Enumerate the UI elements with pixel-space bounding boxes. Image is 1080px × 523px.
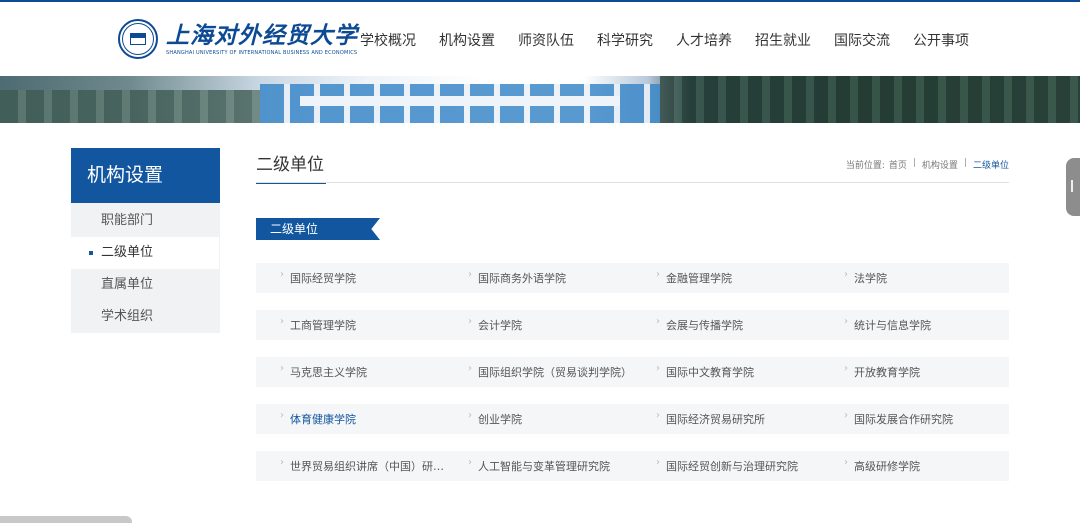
unit-link[interactable]: 国际经贸创新与治理研究院 <box>632 458 820 474</box>
horizontal-scrollbar[interactable] <box>0 516 132 523</box>
unit-row: 国际经贸学院 国际商务外语学院 金融管理学院 法学院 <box>256 263 1009 293</box>
breadcrumb-organization[interactable]: 机构设置 <box>922 158 958 171</box>
main-content: 二级单位 当前位置: 首页 | 机构设置 | 二级单位 二级单位 国际经贸学院 … <box>256 148 1009 481</box>
unit-link[interactable]: 创业学院 <box>444 411 632 427</box>
unit-link[interactable]: 国际中文教育学院 <box>632 364 820 380</box>
breadcrumb-prefix: 当前位置: <box>845 161 885 171</box>
unit-row: 马克思主义学院 国际组织学院（贸易谈判学院） 国际中文教育学院 开放教育学院 <box>256 357 1009 387</box>
unit-link[interactable]: 开放教育学院 <box>820 364 1008 380</box>
unit-row: 体育健康学院 创业学院 国际经济贸易研究所 国际发展合作研究院 <box>256 404 1009 434</box>
sidebar-item-affiliated-units[interactable]: 直属单位 <box>71 269 220 301</box>
sidebar-item-academic-orgs[interactable]: 学术组织 <box>71 301 220 333</box>
logo-chinese-name: 上海对外经贸大学 <box>166 21 358 49</box>
unit-row: 世界贸易组织讲席（中国）研究院 人工智能与变革管理研究院 国际经贸创新与治理研究… <box>256 451 1009 481</box>
unit-link[interactable]: 会计学院 <box>444 317 632 333</box>
nav-item-faculty[interactable]: 师资队伍 <box>518 30 574 50</box>
university-logo[interactable]: 上海对外经贸大学 SHANGHAI UNIVERSITY OF INTERNAT… <box>118 19 358 59</box>
sidebar-item-secondary-units[interactable]: 二级单位 <box>71 237 219 269</box>
nav-item-research[interactable]: 科学研究 <box>597 30 653 50</box>
nav-item-organization[interactable]: 机构设置 <box>439 30 495 50</box>
unit-link[interactable]: 人工智能与变革管理研究院 <box>444 458 632 474</box>
side-scroll-handle[interactable] <box>1066 158 1080 216</box>
unit-link[interactable]: 工商管理学院 <box>256 317 444 333</box>
unit-link[interactable]: 国际经贸学院 <box>256 270 444 286</box>
university-seal-icon <box>118 19 158 59</box>
nav-item-international[interactable]: 国际交流 <box>834 30 890 50</box>
unit-link[interactable]: 国际商务外语学院 <box>444 270 632 286</box>
page-title: 二级单位 <box>256 148 326 184</box>
nav-item-overview[interactable]: 学校概况 <box>360 30 416 50</box>
nav-item-admissions[interactable]: 招生就业 <box>755 30 811 50</box>
sidebar-item-functional-depts[interactable]: 职能部门 <box>71 205 220 237</box>
logo-english-name: SHANGHAI UNIVERSITY OF INTERNATIONAL BUS… <box>166 49 358 56</box>
unit-link[interactable]: 金融管理学院 <box>632 270 820 286</box>
unit-link[interactable]: 高级研修学院 <box>820 458 1008 474</box>
nav-item-education[interactable]: 人才培养 <box>676 30 732 50</box>
section-label: 二级单位 <box>256 218 380 240</box>
sidebar: 机构设置 职能部门 二级单位 直属单位 学术组织 <box>71 148 220 333</box>
sidebar-title: 机构设置 <box>71 148 220 203</box>
breadcrumb-home[interactable]: 首页 <box>889 158 907 171</box>
unit-link[interactable]: 国际经济贸易研究所 <box>632 411 820 427</box>
breadcrumb-current: 二级单位 <box>972 161 1009 171</box>
unit-link-highlighted[interactable]: 体育健康学院 <box>256 411 444 427</box>
unit-grid: 国际经贸学院 国际商务外语学院 金融管理学院 法学院 工商管理学院 会计学院 会… <box>256 263 1009 498</box>
unit-link[interactable]: 法学院 <box>820 270 1008 286</box>
site-header: 上海对外经贸大学 SHANGHAI UNIVERSITY OF INTERNAT… <box>0 0 1080 76</box>
unit-row: 工商管理学院 会计学院 会展与传播学院 统计与信息学院 <box>256 310 1009 340</box>
unit-link[interactable]: 国际发展合作研究院 <box>820 411 1008 427</box>
breadcrumb: 当前位置: 首页 | 机构设置 | 二级单位 <box>845 158 1009 171</box>
campus-banner <box>0 76 1080 123</box>
unit-link[interactable]: 世界贸易组织讲席（中国）研究院 <box>256 458 444 474</box>
unit-link[interactable]: 会展与传播学院 <box>632 317 820 333</box>
unit-link[interactable]: 国际组织学院（贸易谈判学院） <box>444 364 632 380</box>
nav-item-public-info[interactable]: 公开事项 <box>913 30 969 50</box>
unit-link[interactable]: 统计与信息学院 <box>820 317 1008 333</box>
sidebar-menu: 职能部门 二级单位 直属单位 学术组织 <box>71 203 220 333</box>
unit-link[interactable]: 马克思主义学院 <box>256 364 444 380</box>
main-nav: 学校概况 机构设置 师资队伍 科学研究 人才培养 招生就业 国际交流 公开事项 <box>360 30 992 50</box>
